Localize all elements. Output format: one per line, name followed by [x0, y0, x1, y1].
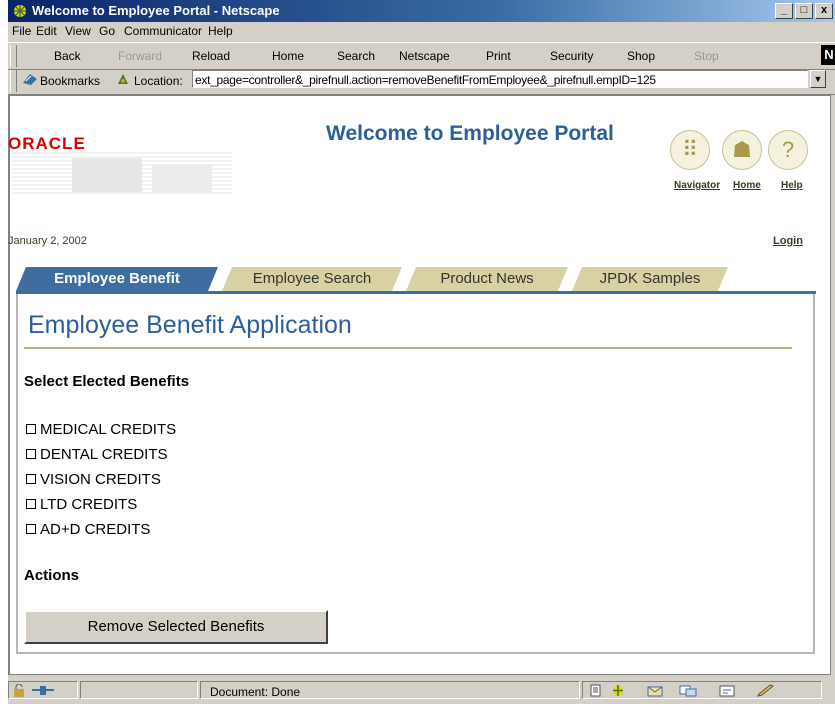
status-text: Document: Done: [210, 685, 301, 699]
tab-product-news[interactable]: Product News: [406, 267, 568, 291]
portal-tabs: Employee Benefit Employee Search Product…: [16, 267, 816, 291]
checkbox-box[interactable]: [26, 524, 36, 534]
home-icon[interactable]: ☗: [722, 130, 762, 170]
online-status-icon[interactable]: [32, 684, 54, 697]
location-grip[interactable]: [10, 70, 17, 92]
portal-title: Welcome to Employee Portal: [326, 122, 614, 145]
menu-bar: File Edit View Go Communicator Help: [8, 22, 835, 40]
bookmarks-icon[interactable]: [22, 71, 38, 87]
minimize-button[interactable]: _: [775, 3, 793, 19]
print-button[interactable]: Print: [486, 49, 511, 63]
portal-banner-image: [12, 152, 232, 194]
back-button[interactable]: Back: [54, 49, 81, 63]
checkbox-label: LTD CREDITS: [40, 496, 138, 513]
location-url-field[interactable]: ext_page=controller&_pirefnull.action=re…: [192, 70, 808, 88]
menu-communicator[interactable]: Communicator: [124, 22, 202, 40]
security-button[interactable]: Security: [550, 49, 593, 63]
navigator-icon[interactable]: ⠿: [670, 130, 710, 170]
menu-help[interactable]: Help: [208, 22, 233, 40]
title-divider: [24, 347, 792, 349]
checkbox-label: DENTAL CREDITS: [40, 446, 168, 463]
actions-heading: Actions: [24, 567, 80, 584]
tab-employee-search[interactable]: Employee Search: [222, 267, 402, 291]
title-bar: Welcome to Employee Portal - Netscape _ …: [8, 0, 835, 22]
navigator-link[interactable]: Navigator: [674, 180, 720, 191]
menu-go[interactable]: Go: [99, 22, 115, 40]
checkbox-label: VISION CREDITS: [40, 471, 161, 488]
maximize-button[interactable]: □: [795, 3, 813, 19]
composer-icon[interactable]: [718, 684, 736, 697]
bookmarks-button[interactable]: Bookmarks: [40, 74, 100, 88]
page-info-icon[interactable]: [588, 684, 604, 697]
checkbox-box[interactable]: [26, 499, 36, 509]
checkbox-label: MEDICAL CREDITS: [40, 421, 177, 438]
menu-edit[interactable]: Edit: [36, 22, 57, 40]
close-button[interactable]: x: [815, 3, 833, 19]
stop-button[interactable]: Stop: [694, 49, 719, 63]
window-title: Welcome to Employee Portal - Netscape: [32, 3, 280, 18]
location-icon[interactable]: [116, 72, 130, 86]
progress-segment: [80, 681, 198, 699]
menu-file[interactable]: File: [12, 22, 31, 40]
mail-icon[interactable]: [646, 684, 666, 697]
checkbox-box[interactable]: [26, 474, 36, 484]
netscape-button[interactable]: Netscape: [399, 49, 450, 63]
oracle-logo: ORACLE: [8, 134, 86, 153]
toolbar-grip[interactable]: [10, 45, 17, 67]
forward-button[interactable]: Forward: [118, 49, 162, 63]
status-bar: Document: Done: [6, 678, 835, 704]
location-dropdown-button[interactable]: ▼: [810, 70, 826, 88]
portal-date: January 2, 2002: [8, 235, 87, 247]
remove-selected-benefits-button[interactable]: Remove Selected Benefits: [24, 610, 328, 644]
checkbox-box[interactable]: [26, 449, 36, 459]
help-link[interactable]: Help: [781, 180, 803, 191]
netscape-n-icon: N: [821, 45, 835, 65]
location-toolbar: Bookmarks Location: ext_page=controller&…: [8, 68, 835, 95]
menu-view[interactable]: View: [65, 22, 91, 40]
netscape-logo-icon: [14, 5, 26, 17]
checkbox-label: AD+D CREDITS: [40, 521, 151, 538]
app-title: Employee Benefit Application: [28, 311, 352, 339]
search-button[interactable]: Search: [337, 49, 375, 63]
home-link[interactable]: Home: [733, 180, 761, 191]
location-label: Location:: [134, 74, 183, 88]
discussion-icon[interactable]: [678, 684, 698, 697]
navigation-toolbar: Back Forward Reload Home Search Netscape…: [8, 42, 835, 70]
shop-button[interactable]: Shop: [627, 49, 655, 63]
tab-employee-benefit[interactable]: Employee Benefit: [16, 267, 218, 291]
lock-icon[interactable]: [12, 684, 28, 697]
home-button[interactable]: Home: [272, 49, 304, 63]
checkbox-box[interactable]: [26, 424, 36, 434]
reload-button[interactable]: Reload: [192, 49, 230, 63]
login-link[interactable]: Login: [773, 235, 803, 247]
edit-pencil-icon[interactable]: [756, 684, 776, 697]
navigator-component-icon[interactable]: [610, 684, 626, 697]
select-benefits-heading: Select Elected Benefits: [24, 373, 190, 390]
help-icon[interactable]: ?: [768, 130, 808, 170]
tab-jpdk-samples[interactable]: JPDK Samples: [572, 267, 728, 291]
